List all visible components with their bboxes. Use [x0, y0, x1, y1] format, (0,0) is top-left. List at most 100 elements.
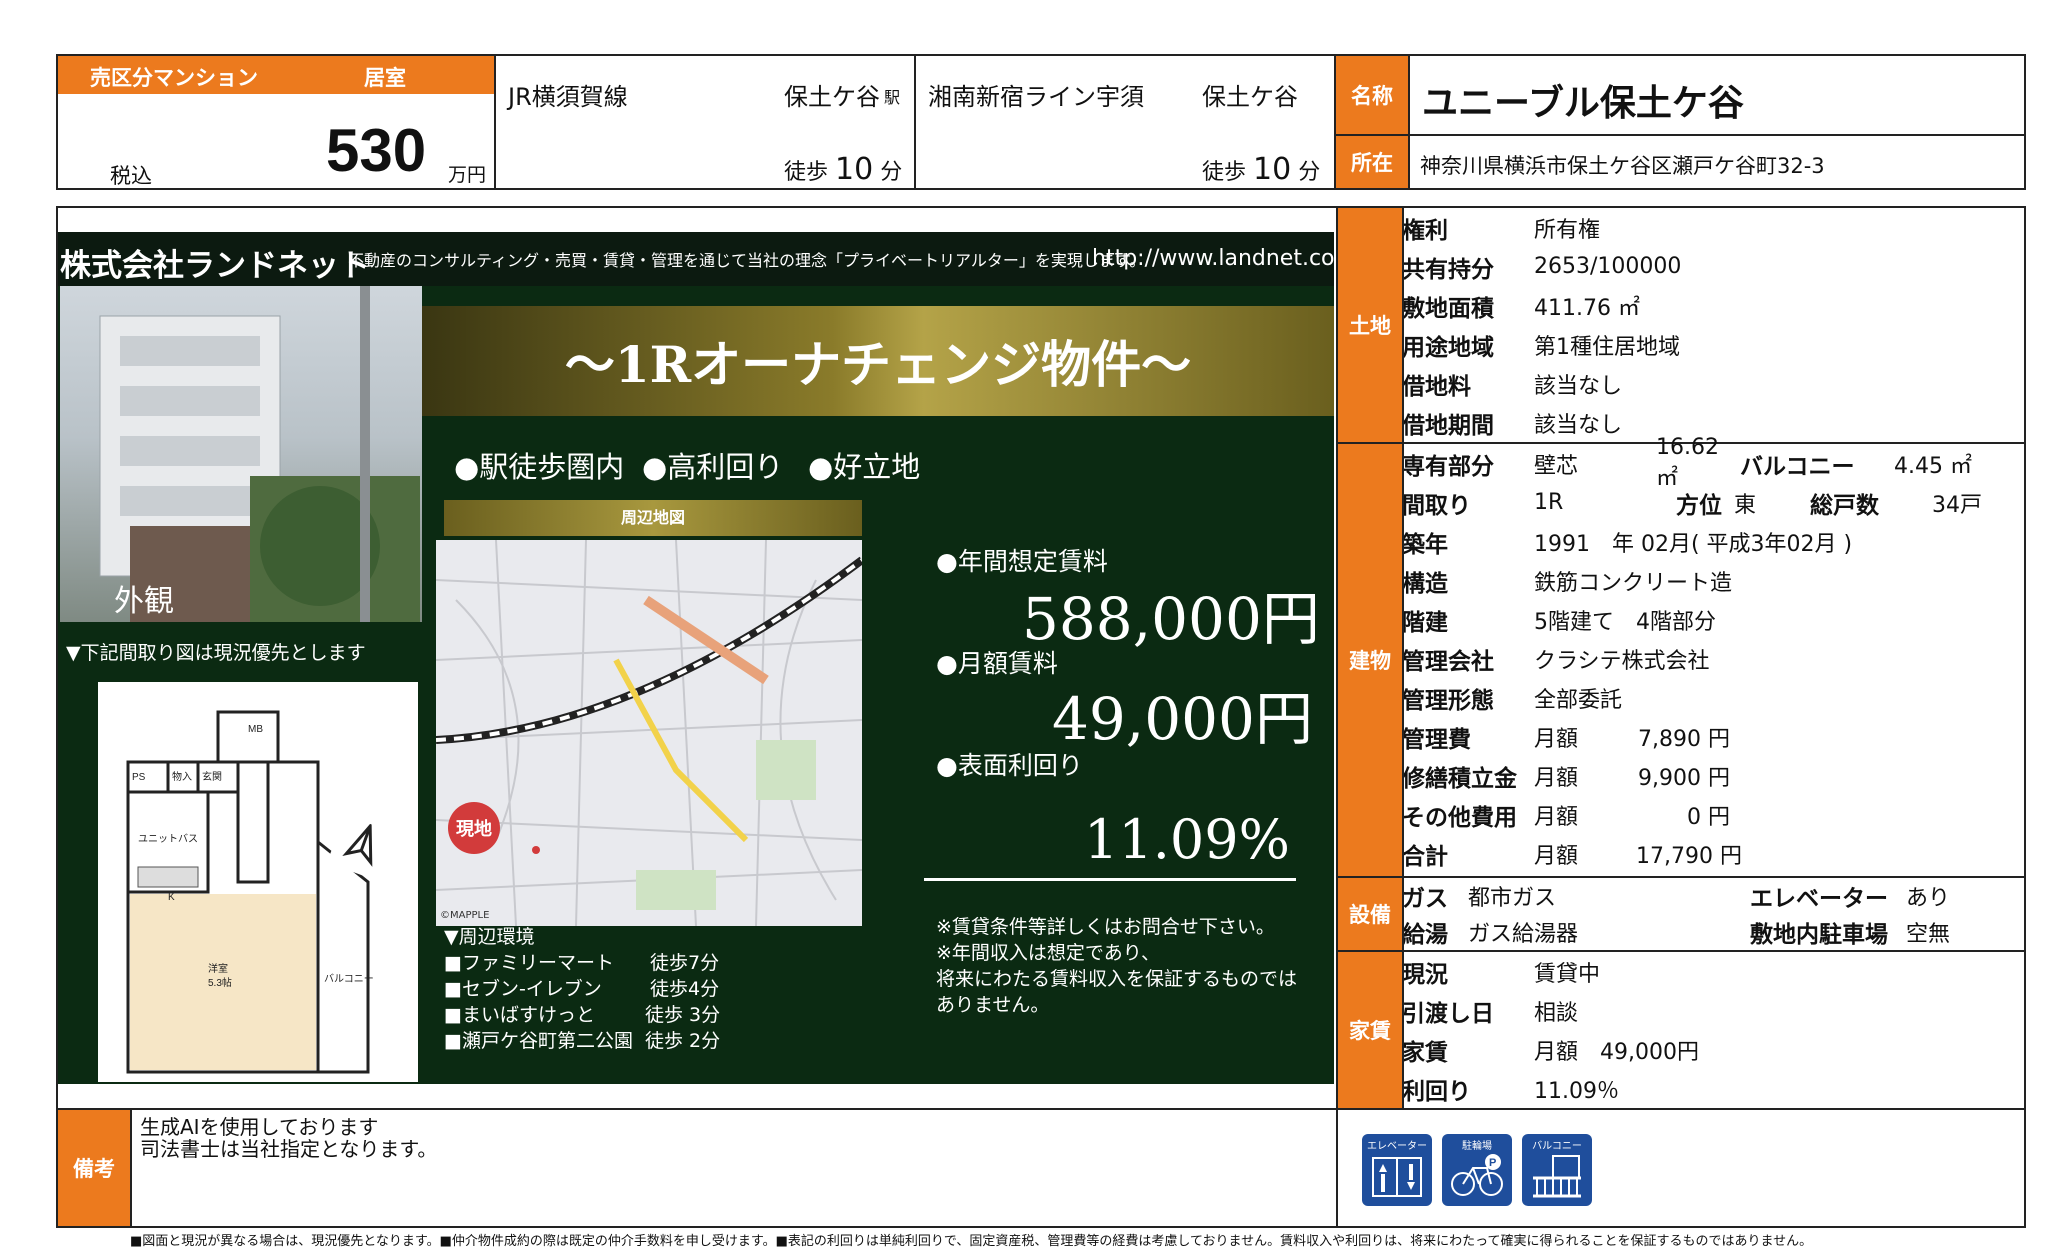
- remarks-label: 備考: [73, 1157, 115, 1181]
- floorplan-note: ▼下記間取り図は現況優先とします: [66, 642, 366, 664]
- plan-room-size: 5.3帖: [208, 976, 232, 989]
- floorplan-drawing: PS 物入 玄関 MB ユニットバス K 洋室 5.3帖 バルコニー: [126, 710, 374, 1074]
- floorplan: PS 物入 玄関 MB ユニットバス K 洋室 5.3帖 バルコニー: [98, 682, 418, 1082]
- gas-row: ガス 都市ガス エレベーター あり: [1402, 886, 1951, 912]
- banner-text: ～1Rオーナチェンジ物件～: [564, 335, 1192, 394]
- plan-ps: PS: [132, 772, 146, 783]
- environment-item: ■まいばすけっと 徒歩 3分: [444, 1004, 721, 1026]
- property-type: 売区分マンション: [90, 66, 258, 90]
- flyer-banner: ～1Rオーナチェンジ物件～: [422, 306, 1334, 416]
- address-label-cell: 所在: [1336, 136, 1408, 188]
- rent-note-3: 将来にわたる賃料収入を保証するものでは: [936, 968, 1298, 990]
- land-row: 借地期間 該当なし: [1402, 412, 1623, 439]
- monthly-rent-label: ●月額賃料: [936, 649, 1058, 678]
- monthly-rent: 49,000円: [1052, 685, 1313, 753]
- land-row: 権利 所有権: [1402, 217, 1601, 244]
- floors-row: 階建 5階建て 4階部分: [1402, 609, 1716, 636]
- rent-yield-row: 利回り 11.09％: [1402, 1078, 1619, 1105]
- fee-row: 管理費 月額 7,890 円: [1402, 726, 1730, 753]
- land-section-label-cell: 土地: [1338, 208, 1402, 442]
- rent-notes: ※賃貸条件等詳しくはお問合せ下さい。 ※年間収入は想定であり、 将来にわたる賃料…: [936, 914, 1297, 1018]
- balcony-icon-label: バルコニー: [1532, 1141, 1582, 1152]
- address-label: 所在: [1351, 151, 1393, 175]
- balcony-icon: バルコニー: [1522, 1134, 1592, 1206]
- facilities-section-label: 設備: [1349, 903, 1391, 927]
- station2-name: 保土ケ谷: [1202, 83, 1298, 111]
- property-name: ユニーブル保土ケ谷: [1422, 83, 1744, 124]
- bicycle-parking-icon: 駐輪場 P: [1442, 1134, 1512, 1206]
- environment-item: ■瀬戸ケ谷町第二公園 徒歩 2分: [444, 1030, 721, 1052]
- environment-item: ■ファミリーマート 徒歩7分: [444, 952, 720, 974]
- environment-item: ■セブン-イレブン 徒歩4分: [444, 978, 720, 1000]
- handover-row: 引渡し日 相談: [1402, 1000, 1579, 1027]
- land-row: 用途地域 第1種住居地域: [1402, 334, 1680, 361]
- rent-note-1: ※賃貸条件等詳しくはお問合せ下さい。: [936, 916, 1275, 938]
- exterior-photo: 外観: [60, 286, 422, 622]
- map-here-label: 現地: [456, 819, 492, 840]
- rent-note-2: ※年間収入は想定であり、: [936, 942, 1160, 964]
- property-type-bar: 売区分マンション 居室: [58, 56, 494, 94]
- flyer-company-bar: 株式会社ランドネット 不動産のコンサルティング・売買・賃貸・管理を通じて当社の理…: [58, 232, 1334, 286]
- map-credit: ©MAPPLE: [440, 910, 490, 921]
- land-row: 敷地面積 411.76 ㎡: [1402, 295, 1640, 322]
- flyer-tagline: 不動産のコンサルティング・売買・賃貸・管理を通じて当社の理念「プライベートリアル…: [348, 251, 1146, 270]
- feature-1: ●駅徒歩圏内: [454, 450, 625, 484]
- area-map: 現地 ©MAPPLE: [436, 540, 862, 926]
- exterior-label: 外観: [114, 584, 174, 619]
- flyer-url: http://www.landnet.co.jp: [1092, 246, 1334, 271]
- tax-label: 税込: [110, 164, 152, 188]
- mgmt-form-row: 管理形態 全部委託: [1402, 687, 1623, 714]
- svg-text:P: P: [1489, 1157, 1496, 1169]
- map-here-marker: 現地: [448, 802, 500, 854]
- plan-entrance: 玄関: [202, 770, 222, 783]
- land-row: 共有持分 2653/100000: [1402, 254, 1682, 283]
- map-title-bar: 周辺地図: [444, 500, 862, 536]
- rent-section-label: 家賃: [1349, 1019, 1391, 1043]
- layout-row: 間取り 1R 方位 東 総戸数 34戸: [1402, 490, 1982, 519]
- structure-row: 構造 鉄筋コンクリート造: [1402, 570, 1733, 597]
- station2-walk: 徒歩 10 分: [1202, 152, 1321, 187]
- station1-suffix: 駅: [884, 88, 901, 107]
- station2-line: 湘南新宿ライン宇須: [928, 83, 1144, 111]
- property-flyer: 株式会社ランドネット 不動産のコンサルティング・売買・賃貸・管理を通じて当社の理…: [58, 232, 1334, 1084]
- fee-total-row: 合計 月額 17,790 円: [1402, 843, 1742, 870]
- mgmt-company-row: 管理会社 クラシテ株式会社: [1402, 648, 1710, 675]
- fee-row: 修繕積立金 月額 9,900 円: [1402, 765, 1730, 792]
- price-value: 530: [326, 117, 427, 184]
- station1-name: 保土ケ谷: [784, 83, 880, 111]
- plan-storage: 物入: [172, 770, 192, 783]
- feature-2: ●高利回り: [642, 450, 784, 484]
- building-section-label: 建物: [1349, 649, 1391, 673]
- rent-section-label-cell: 家賃: [1338, 952, 1402, 1108]
- footer-disclaimer: ■図面と現況が異なる場合は、現況優先となります。■仲介物件成約の際は既定の仲介手…: [130, 1234, 1813, 1249]
- elevator-icon: エレベーター: [1362, 1134, 1432, 1206]
- environment-list: ▼周辺環境 ■ファミリーマート 徒歩7分 ■セブン-イレブン 徒歩4分 ■まいばすけ…: [444, 924, 720, 1054]
- built-row: 築年 1991 年 02月( 平成3年02月 ): [1402, 531, 1853, 558]
- facilities-section-label-cell: 設備: [1338, 878, 1402, 950]
- map-illustration: [436, 540, 862, 926]
- elevator-icon-label: エレベーター: [1367, 1141, 1427, 1152]
- station1-line: JR横須賀線: [508, 83, 628, 111]
- room-type: 居室: [364, 66, 406, 90]
- exclusive-area-row: 専有部分 壁芯 16.62㎡ バルコニー 4.45 ㎡: [1402, 435, 1972, 491]
- yield-underline: [924, 878, 1296, 881]
- plan-balcony: バルコニー: [324, 973, 374, 985]
- flyer-company: 株式会社ランドネット: [60, 248, 370, 284]
- remarks-label-cell: 備考: [58, 1110, 130, 1226]
- name-label-cell: 名称: [1336, 56, 1408, 134]
- plan-kitchen: K: [168, 892, 175, 903]
- bicycle-parking-icon-label: 駐輪場: [1462, 1141, 1492, 1152]
- remark-line-2: 司法書士は当社指定となります。: [140, 1137, 438, 1161]
- price-unit: 万円: [448, 164, 487, 186]
- water-row: 給湯 ガス給湯器 敷地内駐車場 空無: [1402, 922, 1951, 948]
- remarks-text: 生成AIを使用しております 司法書士は当社指定となります。: [140, 1116, 437, 1160]
- property-address: 神奈川県横浜市保土ケ谷区瀬戸ケ谷町32-3: [1420, 154, 1825, 178]
- land-row: 借地料 該当なし: [1402, 373, 1623, 400]
- feature-3: ●好立地: [808, 450, 921, 484]
- fee-row: その他費用 月額 0 円: [1402, 804, 1730, 831]
- remark-line-1: 生成AIを使用しております: [140, 1115, 379, 1139]
- annual-rent: 588,000円: [1022, 585, 1320, 653]
- land-section-label: 土地: [1349, 314, 1391, 338]
- yield-value: 11.09%: [1084, 808, 1290, 871]
- plan-mb: MB: [248, 724, 263, 735]
